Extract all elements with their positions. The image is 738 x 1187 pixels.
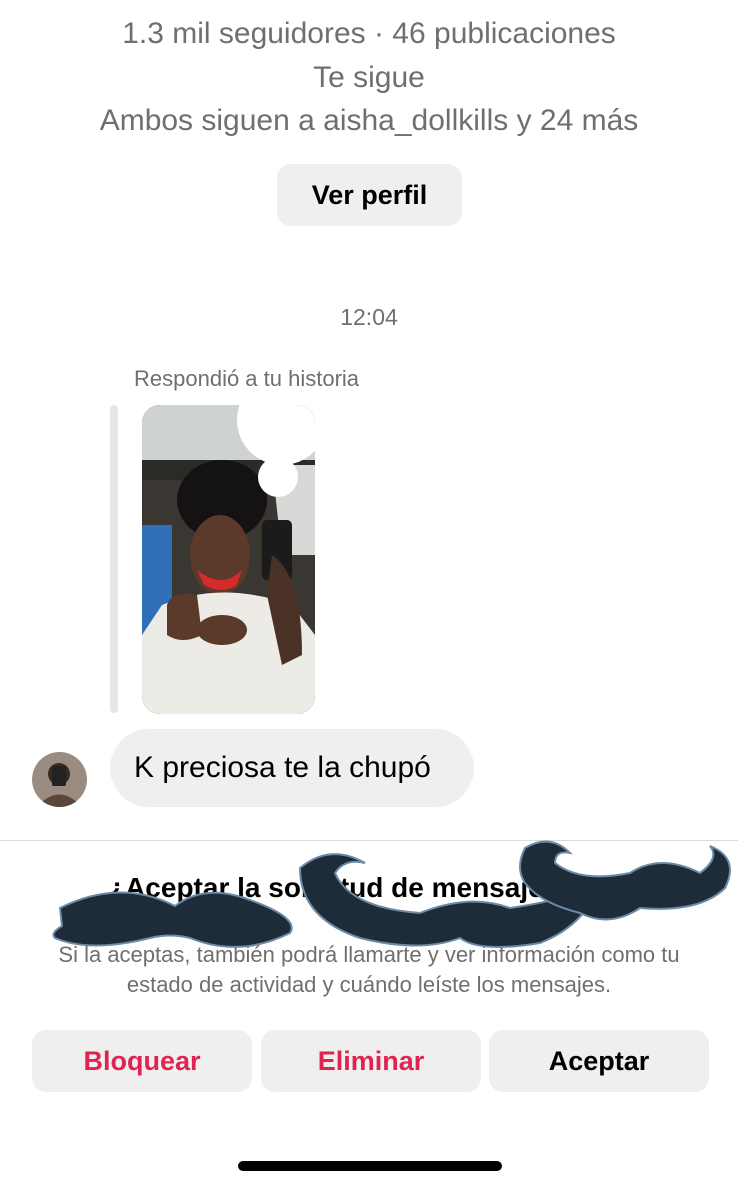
sender-avatar[interactable] <box>32 752 87 807</box>
story-thumbnail[interactable] <box>142 405 315 714</box>
request-title: ¿Aceptar la solicitud de mensaje de …? <box>107 872 638 903</box>
accept-button[interactable]: Aceptar <box>489 1030 709 1092</box>
block-button[interactable]: Bloquear <box>32 1030 252 1092</box>
followers-count: 1.3 mil seguidores · 46 publicaciones <box>122 17 616 50</box>
mutual-followers: Ambos siguen a aisha_dollkills y 24 más <box>99 104 639 137</box>
request-description: Si la aceptas, también podrá llamarte y … <box>58 942 680 997</box>
reply-quote-bar <box>110 405 118 713</box>
story-reply-label: Respondió a tu historia <box>134 366 360 391</box>
follows-you-label: Te sigue <box>313 61 425 94</box>
message-text: K preciosa te la chupó <box>134 751 431 784</box>
home-indicator[interactable] <box>238 1161 502 1171</box>
profile-name-line-cut <box>0 0 738 14</box>
message-bubble[interactable]: K preciosa te la chupó <box>110 729 474 807</box>
delete-button[interactable]: Eliminar <box>261 1030 481 1092</box>
view-profile-button[interactable]: Ver perfil <box>277 164 462 226</box>
message-timestamp: 12:04 <box>340 304 398 330</box>
section-divider <box>0 840 738 841</box>
